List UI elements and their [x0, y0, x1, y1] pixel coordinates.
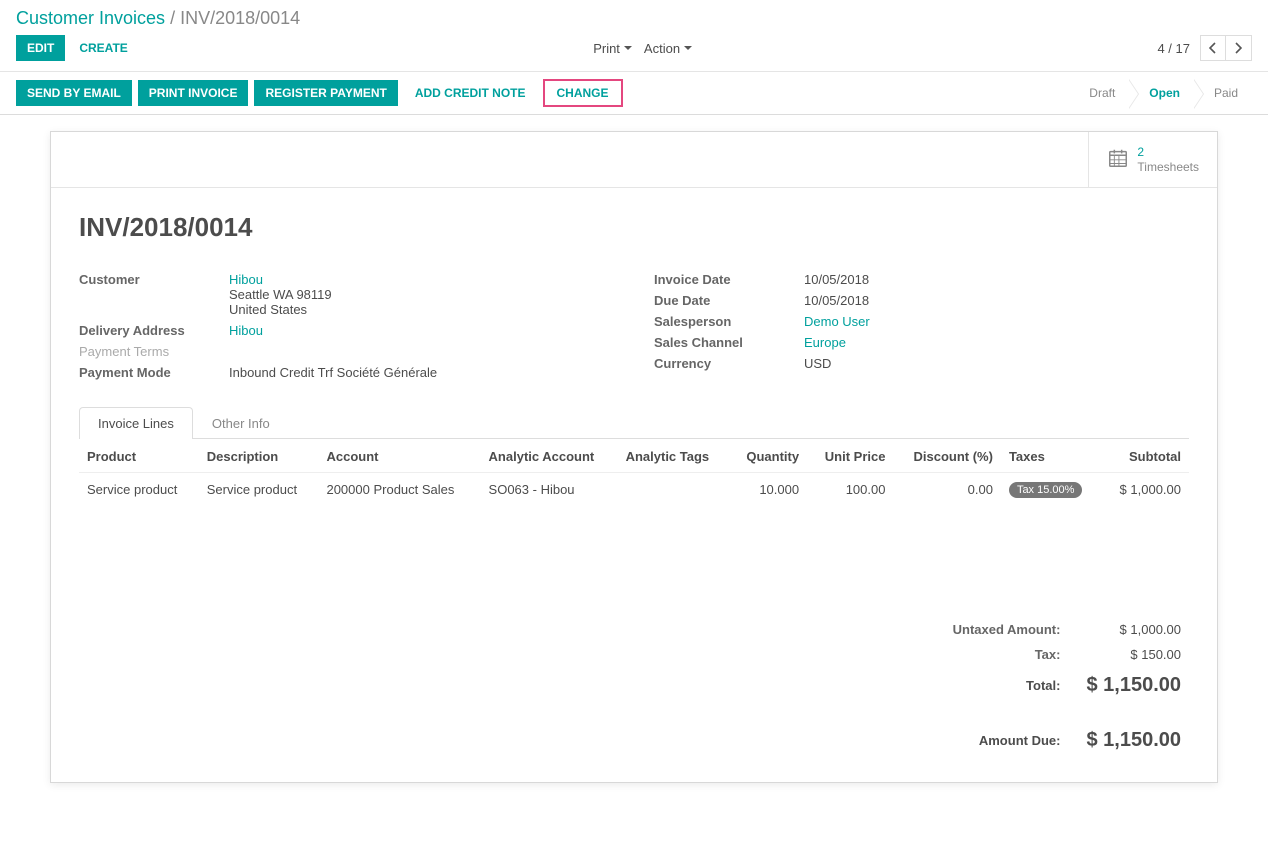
cell-unit-price: 100.00: [807, 473, 893, 507]
cell-taxes: Tax 15.00%: [1001, 473, 1102, 507]
total-value: $ 1,150.00: [1080, 668, 1187, 701]
cell-quantity: 10.000: [730, 473, 807, 507]
tab-invoice-lines[interactable]: Invoice Lines: [79, 407, 193, 439]
sales-channel-link[interactable]: Europe: [804, 335, 846, 350]
cell-discount: 0.00: [893, 473, 1000, 507]
salesperson-link[interactable]: Demo User: [804, 314, 870, 329]
chevron-left-icon: [1209, 42, 1217, 54]
action-label: Action: [644, 41, 680, 56]
currency-label: Currency: [654, 356, 804, 371]
amount-due-label: Amount Due:: [947, 703, 1079, 756]
print-dropdown[interactable]: Print: [593, 41, 632, 56]
col-unit-price[interactable]: Unit Price: [807, 439, 893, 473]
tax-value: $ 150.00: [1080, 643, 1187, 666]
breadcrumb-current: INV/2018/0014: [180, 8, 300, 28]
cell-analytic-account: SO063 - Hibou: [481, 473, 618, 507]
col-analytic-account[interactable]: Analytic Account: [481, 439, 618, 473]
total-label: Total:: [947, 668, 1079, 701]
payment-terms-value: [229, 344, 614, 359]
edit-button[interactable]: Edit: [16, 35, 65, 61]
breadcrumb-sep: /: [170, 8, 180, 28]
chevron-down-icon: [624, 46, 632, 50]
due-date-label: Due Date: [654, 293, 804, 308]
breadcrumb: Customer Invoices / INV/2018/0014: [16, 8, 300, 29]
untaxed-value: $ 1,000.00: [1080, 618, 1187, 641]
cell-account: 200000 Product Sales: [318, 473, 480, 507]
status-bar: Draft Open Paid: [1077, 79, 1252, 107]
col-description[interactable]: Description: [199, 439, 319, 473]
invoice-lines-table: Product Description Account Analytic Acc…: [79, 439, 1189, 506]
create-button[interactable]: Create: [79, 36, 127, 60]
invoice-date-label: Invoice Date: [654, 272, 804, 287]
timesheets-stat-button[interactable]: 2 Timesheets: [1088, 132, 1217, 187]
col-product[interactable]: Product: [79, 439, 199, 473]
col-taxes[interactable]: Taxes: [1001, 439, 1102, 473]
amount-due-value: $ 1,150.00: [1080, 703, 1187, 756]
customer-address-line2: United States: [229, 302, 614, 317]
customer-label: Customer: [79, 272, 229, 317]
totals-table: Untaxed Amount: $ 1,000.00 Tax: $ 150.00…: [945, 616, 1189, 758]
print-label: Print: [593, 41, 620, 56]
status-step-draft[interactable]: Draft: [1077, 79, 1129, 107]
send-by-email-button[interactable]: Send by Email: [16, 80, 132, 106]
payment-mode-value: Inbound Credit Trf Société Générale: [229, 365, 614, 380]
delivery-address-label: Delivery Address: [79, 323, 229, 338]
invoice-title: INV/2018/0014: [79, 212, 1189, 243]
status-step-open[interactable]: Open: [1129, 79, 1194, 107]
currency-value: USD: [804, 356, 1189, 371]
col-subtotal[interactable]: Subtotal: [1102, 439, 1189, 473]
action-dropdown[interactable]: Action: [644, 41, 692, 56]
cell-subtotal: $ 1,000.00: [1102, 473, 1189, 507]
pager-prev-button[interactable]: [1200, 35, 1226, 61]
breadcrumb-root-link[interactable]: Customer Invoices: [16, 8, 165, 28]
col-account[interactable]: Account: [318, 439, 480, 473]
payment-terms-label: Payment Terms: [79, 344, 229, 359]
invoice-date-value: 10/05/2018: [804, 272, 1189, 287]
payment-mode-label: Payment Mode: [79, 365, 229, 380]
add-credit-note-button[interactable]: Add Credit Note: [404, 80, 537, 106]
form-sheet: 2 Timesheets INV/2018/0014 Customer Hibo…: [50, 131, 1218, 783]
calendar-icon: [1107, 147, 1129, 172]
chevron-down-icon: [684, 46, 692, 50]
col-analytic-tags[interactable]: Analytic Tags: [618, 439, 730, 473]
cell-product: Service product: [79, 473, 199, 507]
timesheets-label: Timesheets: [1137, 160, 1199, 174]
untaxed-label: Untaxed Amount:: [947, 618, 1079, 641]
timesheets-count: 2: [1137, 145, 1199, 159]
change-button[interactable]: Change: [543, 79, 623, 107]
pager-next-button[interactable]: [1226, 35, 1252, 61]
table-row[interactable]: Service product Service product 200000 P…: [79, 473, 1189, 507]
chevron-right-icon: [1234, 42, 1242, 54]
register-payment-button[interactable]: Register Payment: [254, 80, 397, 106]
delivery-address-link[interactable]: Hibou: [229, 323, 263, 338]
tax-label: Tax:: [947, 643, 1079, 666]
col-quantity[interactable]: Quantity: [730, 439, 807, 473]
pager-text: 4 / 17: [1157, 41, 1190, 56]
customer-address-line1: Seattle WA 98119: [229, 287, 614, 302]
due-date-value: 10/05/2018: [804, 293, 1189, 308]
tab-other-info[interactable]: Other Info: [193, 407, 289, 439]
cell-analytic-tags: [618, 473, 730, 507]
salesperson-label: Salesperson: [654, 314, 804, 329]
sales-channel-label: Sales Channel: [654, 335, 804, 350]
col-discount[interactable]: Discount (%): [893, 439, 1000, 473]
print-invoice-button[interactable]: Print Invoice: [138, 80, 249, 106]
cell-description: Service product: [199, 473, 319, 507]
customer-link[interactable]: Hibou: [229, 272, 263, 287]
tax-badge: Tax 15.00%: [1009, 482, 1082, 498]
